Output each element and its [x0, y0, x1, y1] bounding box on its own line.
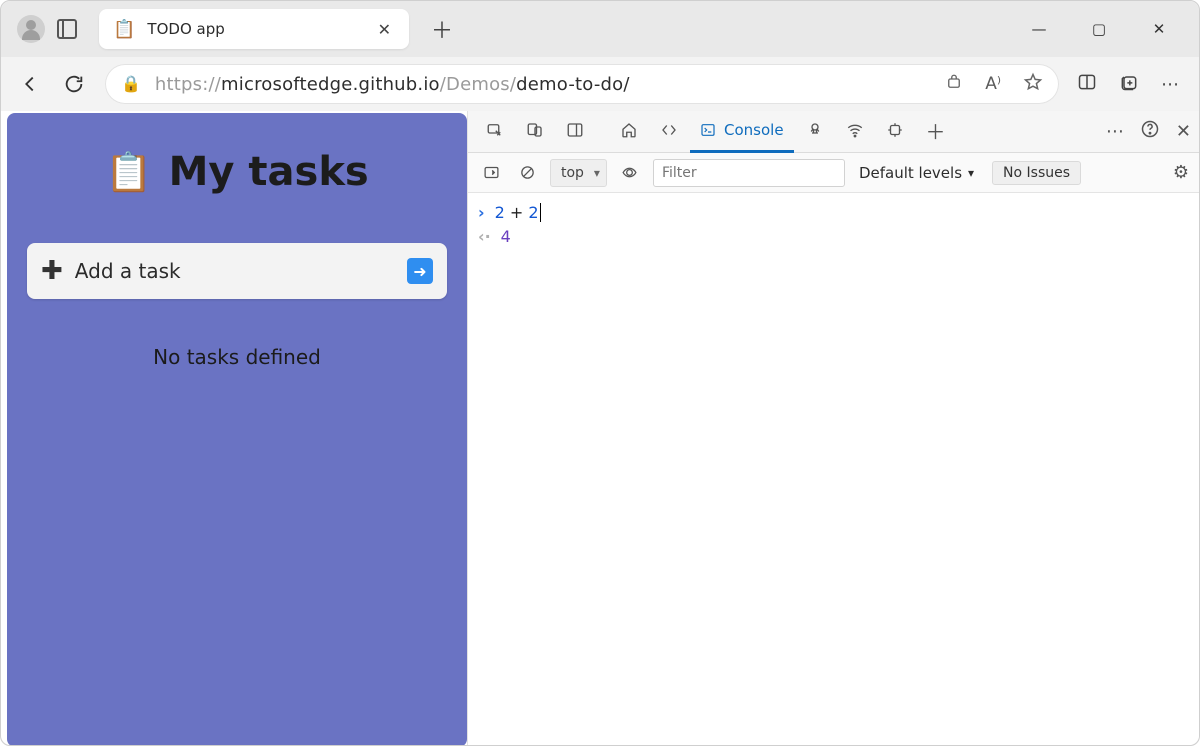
console-output[interactable]: › 2 + 2 ‹· 4 [468, 193, 1199, 745]
expr-op: + [510, 203, 523, 222]
add-task-label: Add a task [75, 259, 181, 283]
lock-icon: 🔒 [121, 74, 141, 93]
shopping-icon[interactable] [945, 73, 963, 95]
plus-icon: ✚ [41, 256, 63, 286]
toggle-sidebar-icon[interactable] [478, 160, 504, 186]
new-tab-button[interactable]: ＋ [431, 13, 453, 45]
console-filter-input[interactable] [653, 159, 845, 187]
devtools-right-controls: ⋯ ✕ [1106, 119, 1191, 144]
more-tabs-icon[interactable]: ＋ [916, 111, 956, 153]
devtools-panel: Console ＋ ⋯ ✕ [467, 111, 1199, 745]
window-close-icon[interactable]: ✕ [1143, 20, 1175, 38]
titlebar: 📋 TODO app ✕ ＋ — ▢ ✕ [1, 1, 1199, 57]
devtools-help-icon[interactable] [1140, 119, 1160, 144]
console-tab[interactable]: Console [690, 111, 794, 153]
browser-toolbar-right: ⋯ [1077, 72, 1183, 97]
tab-title: TODO app [147, 20, 361, 38]
read-aloud-icon[interactable]: A⁾ [985, 74, 1001, 94]
clipboard-icon: 📋 [105, 150, 152, 195]
console-input-row: › 2 + 2 [478, 201, 1189, 225]
favorite-icon[interactable] [1023, 72, 1043, 96]
page-heading: 📋 My tasks [105, 149, 368, 195]
page-title: My tasks [169, 149, 369, 195]
sources-tab-icon[interactable] [796, 111, 834, 153]
url-scheme: https:// [155, 74, 221, 95]
log-levels-label: Default levels [859, 164, 962, 182]
dock-side-icon[interactable] [556, 111, 594, 153]
add-task-input[interactable]: ✚ Add a task ➜ [27, 243, 447, 299]
devtools-tabstrip: Console ＋ ⋯ ✕ [468, 111, 1199, 153]
omnibox[interactable]: 🔒 https://microsoftedge.github.io/Demos/… [105, 64, 1059, 104]
welcome-tab-icon[interactable] [610, 111, 648, 153]
console-tab-label: Console [724, 121, 784, 139]
devtools-more-icon[interactable]: ⋯ [1106, 121, 1124, 142]
window-controls: — ▢ ✕ [1023, 20, 1193, 38]
expr-lhs: 2 [495, 203, 505, 222]
devtools-close-icon[interactable]: ✕ [1176, 121, 1191, 142]
console-expression: 2 + 2 [495, 201, 541, 225]
omnibox-actions: A⁾ [945, 72, 1043, 96]
inspect-element-icon[interactable] [476, 111, 514, 153]
window-maximize-icon[interactable]: ▢ [1083, 20, 1115, 38]
split-screen-icon[interactable] [1077, 72, 1097, 97]
console-return-icon: ‹· [478, 225, 491, 249]
network-tab-icon[interactable] [836, 111, 874, 153]
browser-tab[interactable]: 📋 TODO app ✕ [99, 9, 409, 49]
nav-refresh-button[interactable] [61, 71, 87, 97]
todo-page: 📋 My tasks ✚ Add a task ➜ No tasks defin… [7, 113, 467, 745]
elements-tab-icon[interactable] [650, 111, 688, 153]
tab-actions-icon[interactable] [57, 19, 77, 39]
nav-back-button[interactable] [17, 71, 43, 97]
window-minimize-icon[interactable]: — [1023, 20, 1055, 38]
url-host: microsoftedge.github.io [221, 74, 440, 95]
console-result-row: ‹· 4 [478, 225, 1189, 249]
address-bar: 🔒 https://microsoftedge.github.io/Demos/… [1, 57, 1199, 111]
url-path2: demo-to-do/ [516, 74, 629, 95]
profile-avatar-icon[interactable] [17, 15, 45, 43]
context-selector-value: top [561, 165, 584, 181]
empty-state-text: No tasks defined [153, 345, 321, 369]
performance-tab-icon[interactable] [876, 111, 914, 153]
console-icon [700, 122, 716, 138]
expr-rhs: 2 [528, 203, 540, 222]
settings-menu-icon[interactable]: ⋯ [1161, 74, 1179, 95]
clear-console-icon[interactable] [514, 160, 540, 186]
collections-icon[interactable] [1119, 72, 1139, 97]
url-text: https://microsoftedge.github.io/Demos/de… [155, 74, 630, 95]
console-result: 4 [501, 225, 511, 249]
context-selector[interactable]: top [550, 159, 607, 187]
console-settings-icon[interactable]: ⚙ [1173, 162, 1189, 183]
console-toolbar: top Default levels No Issues ⚙ [468, 153, 1199, 193]
issues-chip[interactable]: No Issues [992, 161, 1081, 185]
device-toolbar-icon[interactable] [516, 111, 554, 153]
tab-favicon-icon: 📋 [113, 19, 135, 40]
url-path1: /Demos/ [440, 74, 516, 95]
log-levels-dropdown[interactable]: Default levels [859, 164, 974, 182]
content-area: 📋 My tasks ✚ Add a task ➜ No tasks defin… [1, 111, 1199, 745]
live-expression-icon[interactable] [617, 160, 643, 186]
tab-close-icon[interactable]: ✕ [374, 16, 395, 43]
submit-task-button[interactable]: ➜ [407, 258, 433, 284]
console-prompt-icon: › [478, 201, 485, 225]
browser-window: 📋 TODO app ✕ ＋ — ▢ ✕ 🔒 https://microsoft… [0, 0, 1200, 746]
